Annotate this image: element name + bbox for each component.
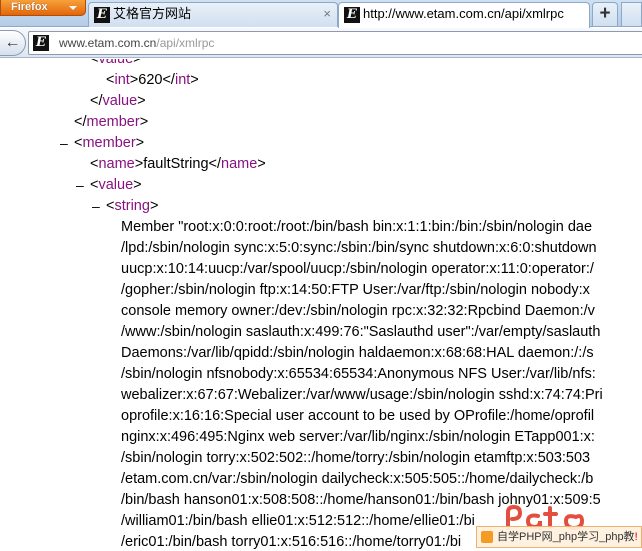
navigation-toolbar: ← E www.etam.com.cn/api/xmlrpc (0, 28, 642, 58)
string-line: /sbin/nologin torry:x:502:502::/home/tor… (121, 450, 591, 466)
tab-strip: Firefox E 艾格官方网站 × E http://www.etam.com… (0, 0, 642, 28)
collapse-toggle-value[interactable]: – (76, 177, 84, 193)
string-line: nginx:x:496:495:Nginx web server:/var/li… (121, 429, 595, 445)
xml-viewer: <value> <int>620</int> </value> </member… (0, 59, 642, 551)
string-line: webalizer:x:67:67:Webalizer:/var/www/usa… (121, 387, 603, 403)
tab-title: http://www.etam.com.cn/api/xmlrpc (363, 6, 564, 21)
tab-list-button[interactable] (621, 2, 642, 26)
chevron-down-icon (69, 6, 77, 10)
url-text[interactable]: www.etam.com.cn/api/xmlrpc (59, 36, 214, 50)
xml-line-name: <name>faultString</name> (90, 156, 266, 172)
xml-line-value-open: <value> (90, 59, 142, 67)
xml-line-member-close: </member> (74, 114, 149, 130)
xml-line-int: <int>620</int> (106, 72, 199, 88)
tab-etam-home[interactable]: E 艾格官方网站 × (88, 2, 338, 27)
string-line: /gopher:/sbin/nologin ftp:x:14:50:FTP Us… (121, 282, 590, 298)
string-line: uucp:x:10:14:uucp:/var/spool/uucp:/sbin/… (121, 261, 594, 277)
site-identity-icon[interactable]: E (33, 35, 49, 51)
xml-line-string-open: <string> (106, 198, 159, 214)
close-icon[interactable]: × (323, 3, 331, 25)
string-line: /sbin/nologin nfsnobody:x:65534:65534:An… (121, 366, 596, 382)
watermark-banner: 自学PHP网_php学习_php教! (476, 526, 642, 548)
etam-favicon-icon: E (94, 7, 110, 23)
url-host: www.etam.com.cn (59, 36, 157, 50)
collapse-toggle-member[interactable]: – (60, 135, 68, 151)
new-tab-button[interactable]: + (592, 2, 618, 26)
string-line: /etam.com.cn/var:/sbin/nologin dailychec… (121, 471, 594, 487)
xml-line-value-close: </value> (90, 93, 146, 109)
string-line: oprofile:x:16:16:Special user account to… (121, 408, 595, 424)
watermark-text: 自学PHP网_php学习_php教 (497, 531, 635, 543)
collapse-toggle-string[interactable]: – (92, 198, 100, 214)
back-button[interactable]: ← (0, 30, 26, 56)
url-path: /api/xmlrpc (156, 36, 215, 50)
tab-title: 艾格官方网站 (113, 6, 192, 21)
int-value: 620 (138, 72, 163, 88)
string-line: console memory owner:/dev:/sbin/nologin … (121, 303, 595, 319)
string-line: /lpd:/sbin/nologin sync:x:5:0:sync:/sbin… (121, 240, 597, 256)
tab-xmlrpc[interactable]: E http://www.etam.com.cn/api/xmlrpc (338, 2, 590, 28)
string-line: /eric01:/bin/bash torry01:x:516:516::/ho… (121, 534, 462, 550)
watermark-icon (481, 531, 493, 543)
xml-line-member-open: <member> (74, 135, 145, 151)
name-value: faultString (143, 156, 209, 172)
string-line: Daemons:/var/lib/qpidd:/sbin/nologin hal… (121, 345, 594, 361)
firefox-menu-button[interactable]: Firefox (0, 0, 86, 16)
url-bar[interactable]: E www.etam.com.cn/api/xmlrpc (28, 31, 642, 55)
xml-line-value-open-2: <value> (90, 177, 142, 193)
etam-favicon-icon: E (344, 7, 360, 23)
watermark-suffix: ! (634, 531, 638, 543)
string-line: /www:/sbin/nologin saslauth:x:499:76:"Sa… (121, 324, 601, 340)
string-line: /william01:/bin/bash ellie01:x:512:512::… (121, 513, 475, 529)
firefox-menu-label: Firefox (11, 1, 48, 13)
string-line: Member "root:x:0:0:root:/root:/bin/bash … (121, 219, 593, 235)
back-arrow-icon: ← (4, 34, 21, 51)
